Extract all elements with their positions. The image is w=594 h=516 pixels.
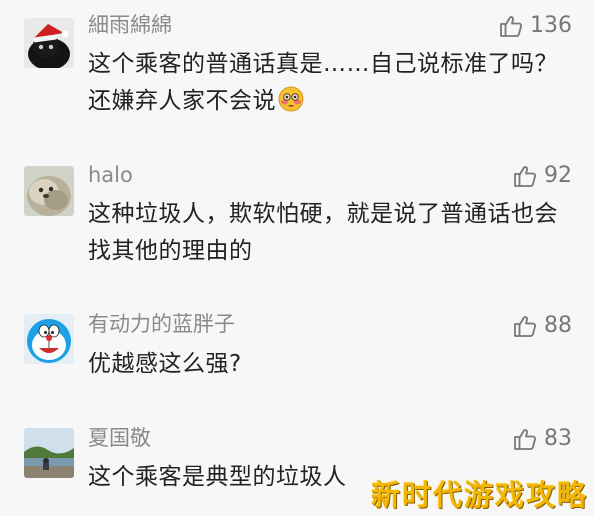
doraemon-avatar [24, 314, 74, 364]
thumbs-up-icon [514, 316, 537, 337]
comment-text-body: 这个乘客的普通话真是……自己说标准了吗？还嫌弃人家不会说 [88, 51, 558, 114]
fluffy-animal-avatar [24, 166, 74, 216]
username[interactable]: halo [88, 162, 133, 188]
comment-text: 优越感这么强? [88, 351, 242, 377]
avatar[interactable] [24, 18, 74, 68]
avatar[interactable] [24, 428, 74, 478]
comment-item: 有动力的蓝胖子 优越感这么强? 88 [0, 300, 594, 415]
comment-item: 細雨綿綿 这个乘客的普通话真是……自己说标准了吗？还嫌弃人家不会说 136 [0, 0, 594, 150]
comment-item: halo 这种垃圾人，欺软怕硬，就是说了普通话也会找其他的理由的 92 [0, 150, 594, 300]
like-button[interactable]: 83 [512, 425, 572, 453]
like-count: 92 [544, 163, 572, 188]
flushed-face-emoji [278, 86, 304, 112]
like-count: 88 [544, 313, 572, 338]
avatar[interactable] [24, 314, 74, 364]
like-count: 136 [530, 13, 572, 38]
like-button[interactable]: 88 [512, 312, 572, 340]
landscape-photo-avatar [24, 428, 74, 478]
username[interactable]: 細雨綿綿 [88, 12, 172, 38]
like-count: 83 [544, 426, 572, 451]
comment-text: 这种垃圾人，欺软怕硬，就是说了普通话也会找其他的理由的 [88, 201, 558, 264]
comment-text: 这个乘客的普通话真是……自己说标准了吗？还嫌弃人家不会说 [88, 46, 578, 120]
like-button[interactable]: 92 [512, 162, 572, 190]
watermark: 新时代游戏攻略 [370, 478, 588, 512]
username[interactable]: 夏国敬 [88, 425, 151, 451]
thumbs-up-icon [500, 16, 523, 37]
thumbs-up-icon [514, 429, 537, 450]
comment-list: 細雨綿綿 这个乘客的普通话真是……自己说标准了吗？还嫌弃人家不会说 136 ha… [0, 0, 594, 516]
avatar[interactable] [24, 166, 74, 216]
username[interactable]: 有动力的蓝胖子 [88, 311, 235, 337]
like-button[interactable]: 136 [498, 12, 572, 40]
black-cat-santa-hat-avatar [24, 18, 74, 68]
thumbs-up-icon [514, 166, 537, 187]
